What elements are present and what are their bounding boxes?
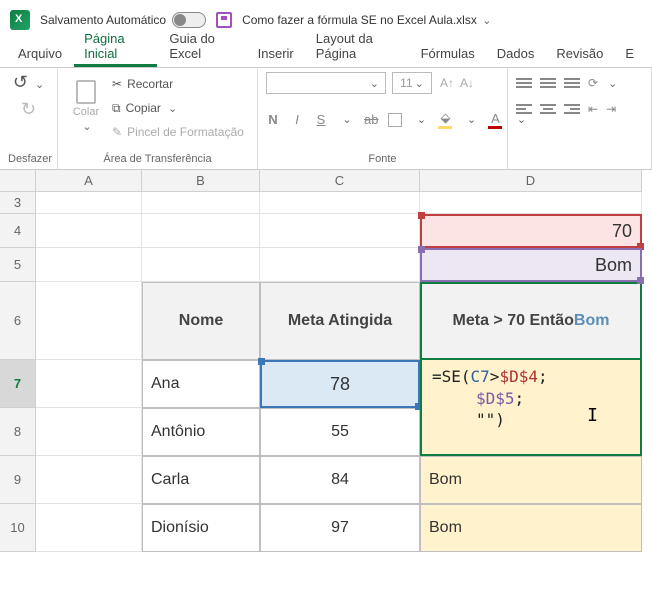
cell-a4[interactable] [36,214,142,248]
cell-b5[interactable] [142,248,260,282]
menu-revisao[interactable]: Revisão [546,42,613,67]
row-header-7[interactable]: 7 [0,360,36,408]
cell-d4[interactable]: 70 [420,214,642,248]
cell-c4[interactable] [260,214,420,248]
spreadsheet-grid[interactable]: A B C D 3 4 70 5 Bom 6 Nome Meta Atingid… [0,170,652,552]
row-header-5[interactable]: 5 [0,248,36,282]
align-top-button[interactable] [516,78,532,88]
menu-layout[interactable]: Layout da Página [306,27,409,67]
col-header-b[interactable]: B [142,170,260,192]
menu-guia-excel[interactable]: Guia do Excel [159,27,245,67]
cell-a9[interactable] [36,456,142,504]
menu-inserir[interactable]: Inserir [248,42,304,67]
fill-color-button[interactable]: ⬙ [438,110,452,129]
align-center-button[interactable] [540,104,556,114]
select-all-corner[interactable] [0,170,36,192]
cell-c8[interactable]: 55 [260,408,420,456]
row-header-3[interactable]: 3 [0,192,36,214]
indent-increase-button[interactable]: ⇥ [606,102,616,116]
cell-a7[interactable] [36,360,142,408]
cell-d5[interactable]: Bom [420,248,642,282]
cell-b4[interactable] [142,214,260,248]
row-header-9[interactable]: 9 [0,456,36,504]
chevron-down-icon[interactable]: ⌄ [168,102,177,115]
indent-decrease-button[interactable]: ⇤ [588,102,598,116]
menu-arquivo[interactable]: Arquivo [8,42,72,67]
group-clipboard: Área de Transferência [66,151,249,167]
scissors-icon: ✂ [112,77,122,91]
row-header-4[interactable]: 4 [0,214,36,248]
format-painter-button[interactable]: ✎ Pincel de Formatação [112,122,244,142]
chevron-down-icon[interactable]: ⌄ [82,120,91,133]
cell-b10[interactable]: Dionísio [142,504,260,552]
border-button[interactable] [388,113,402,127]
increase-font-icon[interactable]: A↑ [440,76,454,90]
cell-a6[interactable] [36,282,142,360]
filename[interactable]: Como fazer a fórmula SE no Excel Aula.xl… [242,13,491,27]
header-meta-condicao[interactable]: Meta > 70 Então Bom [420,282,642,360]
decrease-font-icon[interactable]: A↓ [460,76,474,90]
cell-a10[interactable] [36,504,142,552]
group-desfazer: Desfazer [8,151,49,167]
brush-icon: ✎ [112,125,122,139]
underline-button[interactable]: S [314,112,328,127]
cell-c7[interactable]: 78 [260,360,420,408]
cut-button[interactable]: ✂ Recortar [112,74,244,94]
align-middle-button[interactable] [540,78,556,88]
cell-d3[interactable] [420,192,642,214]
header-nome[interactable]: Nome [142,282,260,360]
cell-b9[interactable]: Carla [142,456,260,504]
menu-dados[interactable]: Dados [487,42,545,67]
strike-button[interactable]: ab [364,112,378,127]
cell-a5[interactable] [36,248,142,282]
menu-pagina-inicial[interactable]: Página Inicial [74,27,157,67]
col-header-a[interactable]: A [36,170,142,192]
cell-a8[interactable] [36,408,142,456]
undo-button[interactable]: ↺ ⌄ [13,72,44,93]
menu-bar: Arquivo Página Inicial Guia do Excel Ins… [0,40,652,68]
cell-d7-formula-edit[interactable]: =SE(C7>$D$4; $D$5; "") I [420,360,642,456]
autosave-control[interactable]: Salvamento Automático [40,12,206,28]
autosave-label: Salvamento Automático [40,13,166,27]
col-header-c[interactable]: C [260,170,420,192]
menu-formulas[interactable]: Fórmulas [411,42,485,67]
align-right-button[interactable] [564,104,580,114]
redo-button[interactable]: ↻ [21,99,36,120]
excel-app-icon [10,10,30,30]
copy-icon: ⧉ [112,101,121,116]
text-cursor-icon: I [587,404,598,428]
chevron-down-icon[interactable]: ⌄ [482,15,491,27]
menu-exibir[interactable]: E [615,42,644,67]
align-left-button[interactable] [516,104,532,114]
align-bottom-button[interactable] [564,78,580,88]
font-family-select[interactable]: ⌄ [266,72,386,94]
italic-button[interactable]: I [290,112,304,127]
orientation-button[interactable]: ⟳ [588,76,598,90]
copy-button[interactable]: ⧉ Copiar ⌄ [112,98,244,118]
cell-c9[interactable]: 84 [260,456,420,504]
cell-c3[interactable] [260,192,420,214]
cell-d10[interactable]: Bom [420,504,642,552]
font-color-button[interactable]: A [488,111,502,129]
autosave-toggle[interactable] [172,12,206,28]
cell-b3[interactable] [142,192,260,214]
bold-button[interactable]: N [266,112,280,127]
cell-c10[interactable]: 97 [260,504,420,552]
row-header-8[interactable]: 8 [0,408,36,456]
paste-button[interactable]: Colar ⌄ [66,72,106,140]
cell-d9[interactable]: Bom [420,456,642,504]
cell-c5[interactable] [260,248,420,282]
save-icon[interactable] [216,12,232,28]
row-header-10[interactable]: 10 [0,504,36,552]
header-meta-atingida[interactable]: Meta Atingida [260,282,420,360]
clipboard-icon [76,80,96,104]
row-header-6[interactable]: 6 [0,282,36,360]
ribbon: ↺ ⌄ ↻ Desfazer Colar ⌄ ✂ Recortar ⧉ Copi… [0,68,652,170]
cell-b7[interactable]: Ana [142,360,260,408]
col-header-d[interactable]: D [420,170,642,192]
cell-a3[interactable] [36,192,142,214]
group-font: Fonte [266,151,499,167]
font-size-select[interactable]: 11⌄ [392,72,432,94]
cell-b8[interactable]: Antônio [142,408,260,456]
